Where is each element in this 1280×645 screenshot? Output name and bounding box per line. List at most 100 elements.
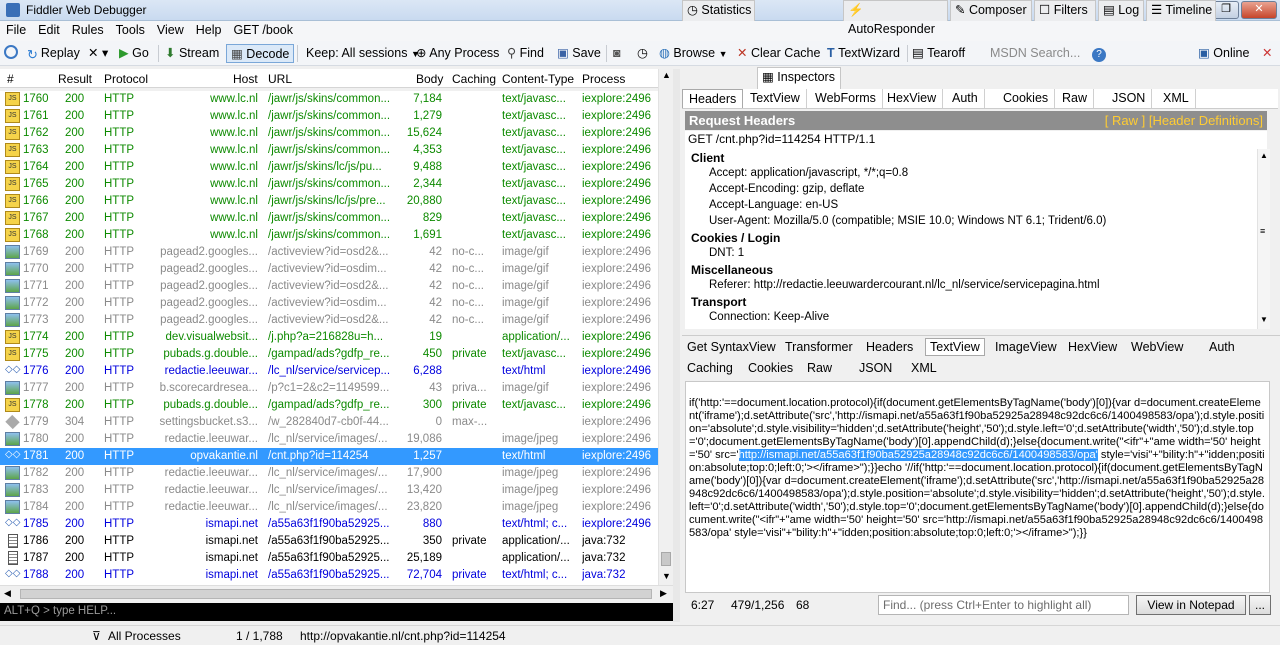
online-indicator[interactable]: ▣ Online xyxy=(1198,44,1249,63)
session-row[interactable]: 1786 200 HTTP ismapi.net/a55a63f1f90ba52925… xyxy=(0,533,658,550)
session-row[interactable]: JS 1764 200 HTTP www.lc.nl/jawr/js/skins/lc/… xyxy=(0,159,658,176)
tab-log[interactable]: ▤ Log xyxy=(1098,0,1144,21)
resp-tab-textview[interactable]: TextView xyxy=(925,338,985,356)
scroll-thumb[interactable] xyxy=(661,552,671,566)
replay-button[interactable]: ↻ Replay xyxy=(27,44,80,63)
menu-tools[interactable]: Tools xyxy=(110,21,151,37)
col-process[interactable]: Process xyxy=(582,72,625,86)
session-row[interactable]: JS 1774 200 HTTP dev.visualwebsit... /j.php?a… xyxy=(0,329,658,346)
col-result[interactable]: Result xyxy=(58,72,92,86)
timer-button[interactable]: ◷ xyxy=(637,44,648,63)
session-row[interactable]: 1771 200 HTTP pagead2.googles... /activeview… xyxy=(0,278,658,295)
req-tab-headers[interactable]: Headers xyxy=(682,89,744,108)
session-row[interactable]: JS 1761 200 HTTP www.lc.nl/jawr/js/skins/com… xyxy=(0,108,658,125)
header-item[interactable]: Connection: Keep-Alive xyxy=(709,311,829,323)
tab-inspectors[interactable]: ▦ Inspectors xyxy=(757,67,841,90)
more-options-button[interactable]: ... xyxy=(1249,595,1271,615)
process-filter[interactable]: All Processes xyxy=(108,629,181,643)
resp-tab-caching[interactable]: Caching xyxy=(687,360,733,378)
header-group[interactable]: Cookies / Login xyxy=(691,231,780,245)
go-button[interactable]: ▶ Go xyxy=(119,44,149,63)
menu-view[interactable]: View xyxy=(151,21,190,37)
tearoff-button[interactable]: ▤ Tearoff xyxy=(912,44,965,63)
header-item[interactable]: DNT: 1 xyxy=(709,247,744,259)
session-row[interactable]: ◇◇ 1785 200 HTTP ismapi.net/a55a63f1f90ba529… xyxy=(0,516,658,533)
req-tab-hexview[interactable]: HexView xyxy=(881,89,944,108)
session-row[interactable]: JS 1766 200 HTTP www.lc.nl/jawr/js/skins/lc/… xyxy=(0,193,658,210)
menu-rules[interactable]: Rules xyxy=(66,21,110,37)
menu-edit[interactable]: Edit xyxy=(32,21,66,37)
col-host[interactable]: Host xyxy=(233,72,258,86)
session-row[interactable]: JS 1763 200 HTTP www.lc.nl/jawr/js/skins/com… xyxy=(0,142,658,159)
close-button[interactable]: ✕ xyxy=(1241,1,1277,19)
resp-tab-auth[interactable]: Auth xyxy=(1209,339,1235,357)
save-button[interactable]: ▣ Save xyxy=(557,44,601,63)
remove-button[interactable]: ✕ ▾ xyxy=(88,44,108,63)
session-row[interactable]: 1772 200 HTTP pagead2.googles... /activeview… xyxy=(0,295,658,312)
session-row[interactable]: ◇◇ 1781 200 HTTP opvakantie.nl/cnt.php?id=11… xyxy=(0,448,658,465)
tab-filters[interactable]: ☐ Filters xyxy=(1034,0,1096,21)
sessions-hscrollbar[interactable]: ◀ ▶ xyxy=(0,585,673,602)
resp-tab-get-syntaxview[interactable]: Get SyntaxView xyxy=(687,339,776,357)
quickexec-input[interactable]: ALT+Q > type HELP... xyxy=(0,603,673,621)
close-toolbar-button[interactable]: ✕ xyxy=(1262,44,1272,63)
resp-tab-webview[interactable]: WebView xyxy=(1131,339,1183,357)
any-process-button[interactable]: ⊕ Any Process xyxy=(416,44,499,63)
header-group[interactable]: Miscellaneous xyxy=(691,263,773,277)
req-tab-cookies[interactable]: Cookies xyxy=(997,89,1056,108)
msdn-search-input[interactable]: MSDN Search... xyxy=(990,44,1080,63)
session-row[interactable]: JS 1768 200 HTTP www.lc.nl/jawr/js/skins/com… xyxy=(0,227,658,244)
session-row[interactable]: 1782 200 HTTP redactie.leeuwar... /lc_nl/ser… xyxy=(0,465,658,482)
view-in-notepad-button[interactable]: View in Notepad xyxy=(1136,595,1246,615)
col-num[interactable]: # xyxy=(7,72,14,86)
col-caching[interactable]: Caching xyxy=(452,72,496,86)
header-links[interactable]: [ Raw ] [Header Definitions] xyxy=(1105,113,1263,128)
resp-tab-xml[interactable]: XML xyxy=(911,360,937,378)
session-row[interactable]: JS 1778 200 HTTP pubads.g.double... /gampad/a… xyxy=(0,397,658,414)
req-tab-raw[interactable]: Raw xyxy=(1056,89,1095,108)
header-item[interactable]: Accept: application/javascript, */*;q=0.… xyxy=(709,167,908,179)
comment-button[interactable] xyxy=(4,44,21,63)
session-row[interactable]: 1769 200 HTTP pagead2.googles... /activeview… xyxy=(0,244,658,261)
header-group[interactable]: Transport xyxy=(691,295,746,309)
session-row[interactable]: JS 1762 200 HTTP www.lc.nl/jawr/js/skins/com… xyxy=(0,125,658,142)
headers-scrollbar[interactable]: ▲ ≡ ▼ xyxy=(1257,149,1270,329)
screenshot-button[interactable]: ◙ xyxy=(613,44,621,63)
resp-tab-json[interactable]: JSON xyxy=(859,360,892,378)
find-button[interactable]: ⚲ Find xyxy=(507,44,544,63)
tab-timeline[interactable]: ☰ Timeline xyxy=(1146,0,1216,21)
header-group[interactable]: Client xyxy=(691,151,724,165)
textwizard-button[interactable]: T TextWizard xyxy=(827,44,900,63)
resp-tab-imageview[interactable]: ImageView xyxy=(995,339,1057,357)
req-tab-textview[interactable]: TextView xyxy=(744,89,807,108)
session-row[interactable]: JS 1760 200 HTTP www.lc.nl/jawr/js/skins/com… xyxy=(0,91,658,108)
tab-autoresponder[interactable]: ⚡ AutoResponder xyxy=(843,0,948,36)
session-row[interactable]: 1784 200 HTTP redactie.leeuwar... /lc_nl/ser… xyxy=(0,499,658,516)
col-protocol[interactable]: Protocol xyxy=(104,72,148,86)
sessions-scrollbar[interactable]: ▲ ▼ xyxy=(658,69,673,585)
browse-button[interactable]: ◍ Browse ▼ xyxy=(659,44,727,63)
col-body[interactable]: Body xyxy=(416,72,443,86)
col-content-type[interactable]: Content-Type xyxy=(502,72,574,86)
stream-button[interactable]: ⬇ Stream xyxy=(165,44,219,63)
hscroll-thumb[interactable] xyxy=(20,589,652,599)
decode-button[interactable]: ▦ Decode xyxy=(226,44,295,63)
session-row[interactable]: 1783 200 HTTP redactie.leeuwar... /lc_nl/ser… xyxy=(0,482,658,499)
session-row[interactable]: 1777 200 HTTP b.scorecardresea... /p?c1=2&c2… xyxy=(0,380,658,397)
help-button[interactable]: ? xyxy=(1092,44,1106,63)
response-textview[interactable]: if('http:'==document.location.protocol){… xyxy=(685,381,1270,593)
menu-get-book[interactable]: GET /book xyxy=(227,21,299,37)
keep-sessions-dropdown[interactable]: Keep: All sessions ▼ xyxy=(306,44,420,63)
session-row[interactable]: 1773 200 HTTP pagead2.googles... /activeview… xyxy=(0,312,658,329)
req-tab-json[interactable]: JSON xyxy=(1106,89,1153,108)
req-tab-webforms[interactable]: WebForms xyxy=(809,89,883,108)
clear-cache-button[interactable]: ✕ Clear Cache xyxy=(737,44,820,63)
resp-tab-raw[interactable]: Raw xyxy=(807,360,832,378)
col-url[interactable]: URL xyxy=(268,72,292,86)
find-input[interactable]: Find... (press Ctrl+Enter to highlight a… xyxy=(878,595,1129,615)
session-row[interactable]: ◇◇ 1788 200 HTTP ismapi.net/a55a63f1f90ba529… xyxy=(0,567,658,584)
header-item[interactable]: Accept-Encoding: gzip, deflate xyxy=(709,183,864,195)
header-item[interactable]: Referer: http://redactie.leeuwardercoura… xyxy=(709,279,1100,291)
resp-tab-hexview[interactable]: HexView xyxy=(1068,339,1117,357)
resp-tab-cookies[interactable]: Cookies xyxy=(748,360,793,378)
